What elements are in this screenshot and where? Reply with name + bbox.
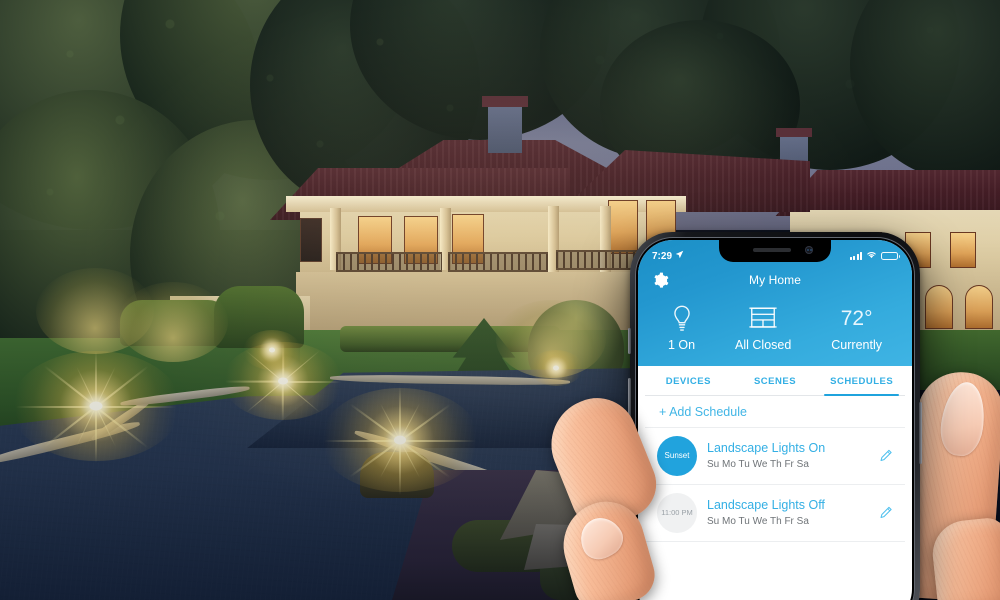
- app-title: My Home: [748, 273, 802, 287]
- left-hand: [0, 0, 1000, 600]
- status-bar: 7:29: [638, 246, 912, 266]
- location-arrow-icon: [675, 250, 684, 262]
- cellular-signal-icon: [849, 252, 862, 260]
- battery-icon: [881, 251, 900, 261]
- status-bar-left: 7:29: [652, 250, 684, 262]
- screenshot-scene: 7:29 My Home 1 On All Closed 72° Current…: [0, 0, 1000, 600]
- status-bar-time: 7:29: [652, 250, 673, 262]
- wifi-icon: [866, 250, 877, 262]
- status-bar-right: [849, 250, 900, 262]
- app-title-bar: My Home: [638, 266, 912, 294]
